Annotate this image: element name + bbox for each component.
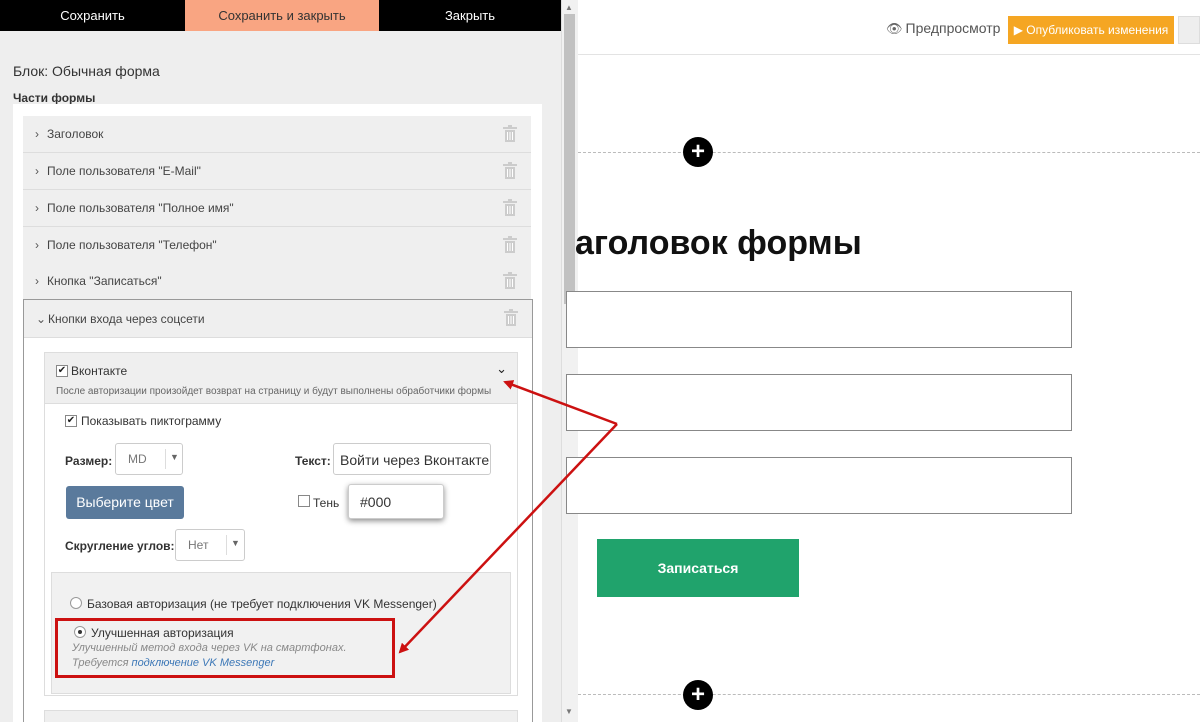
form-part-label: Поле пользователя "E-Mail" xyxy=(47,164,201,178)
form-title: аголовок формы xyxy=(575,224,862,262)
auth-advanced-description: Улучшенный метод входа через VK на смарт… xyxy=(72,642,347,654)
preview-topbar: 👁 Предпросмотр ▶ Опубликовать изменения xyxy=(578,0,1200,55)
social-login-label: Кнопки входа через соцсети xyxy=(48,311,205,326)
form-part-label: Поле пользователя "Телефон" xyxy=(47,238,217,252)
panel-scrollbar[interactable]: ▲ ▼ xyxy=(561,0,578,722)
chevron-right-icon: › xyxy=(35,274,39,288)
rounding-select[interactable]: Нет ▼ xyxy=(175,529,245,561)
section-divider xyxy=(578,694,1200,695)
form-part-email[interactable]: › Поле пользователя "E-Mail" xyxy=(23,153,531,190)
trash-icon[interactable] xyxy=(504,309,518,326)
form-part-heading[interactable]: › Заголовок xyxy=(23,116,531,153)
rounding-label: Скругление углов: xyxy=(65,539,175,553)
chevron-right-icon: › xyxy=(35,127,39,141)
auth-method-box: Базовая авторизация (не требует подключе… xyxy=(51,572,511,694)
save-button[interactable]: Сохранить xyxy=(0,0,185,31)
add-block-icon[interactable]: + xyxy=(683,137,713,167)
shadow-label: Тень xyxy=(313,496,340,510)
vk-messenger-link[interactable]: подключение VK Messenger xyxy=(132,657,275,669)
close-button[interactable]: Закрыть xyxy=(379,0,561,31)
form-parts-heading: Части формы xyxy=(13,91,96,105)
vk-card-header[interactable]: ✔ Вконтакте ⌄ После авторизации произойд… xyxy=(45,353,517,404)
next-social-card[interactable] xyxy=(44,710,518,722)
form-part-label: Кнопка "Записаться" xyxy=(47,274,162,288)
trash-icon[interactable] xyxy=(503,236,517,253)
shadow-checkbox[interactable] xyxy=(298,495,310,507)
publish-button[interactable]: ▶ Опубликовать изменения xyxy=(1008,16,1174,44)
auth-advanced-requirement: Требуется подключение VK Messenger xyxy=(72,657,275,669)
auth-basic-label: Базовая авторизация (не требует подключе… xyxy=(87,597,437,611)
trash-icon[interactable] xyxy=(503,162,517,179)
signup-submit-button[interactable]: Записаться xyxy=(597,539,799,597)
form-part-phone[interactable]: › Поле пользователя "Телефон" xyxy=(23,227,531,264)
auth-advanced-label: Улучшенная авторизация xyxy=(91,626,234,640)
trash-icon[interactable] xyxy=(503,125,517,142)
scrollbar-thumb[interactable] xyxy=(564,14,575,304)
size-value: MD xyxy=(128,452,147,466)
editor-panel: Сохранить Сохранить и закрыть Закрыть Бл… xyxy=(0,0,561,722)
caret-down-icon: ▼ xyxy=(231,538,240,548)
shadow-color-input[interactable]: #000 xyxy=(348,484,444,519)
text-label: Текст: xyxy=(295,454,331,468)
social-login-header[interactable]: ⌄ Кнопки входа через соцсети xyxy=(24,300,532,338)
chevron-down-icon: ⌄ xyxy=(36,311,47,326)
form-input-field[interactable] xyxy=(566,291,1072,348)
form-input-field[interactable] xyxy=(566,374,1072,431)
show-icon-checkbox[interactable]: ✔ xyxy=(65,415,77,427)
form-part-signup-button[interactable]: › Кнопка "Записаться" xyxy=(23,263,531,300)
social-login-section: ⌄ Кнопки входа через соцсети ✔ Вконтакте… xyxy=(23,299,533,722)
trash-icon[interactable] xyxy=(503,272,517,289)
size-label: Размер: xyxy=(65,454,113,468)
scroll-down-arrow-icon[interactable]: ▼ xyxy=(565,707,573,716)
editor-toolbar: Сохранить Сохранить и закрыть Закрыть xyxy=(0,0,561,31)
form-part-label: Заголовок xyxy=(47,127,104,141)
scroll-up-arrow-icon[interactable]: ▲ xyxy=(565,3,573,12)
form-input-field[interactable] xyxy=(566,457,1072,514)
select-divider xyxy=(165,449,166,469)
eye-icon: 👁 xyxy=(886,21,903,36)
preview-link[interactable]: 👁 Предпросмотр xyxy=(886,20,1000,37)
show-icon-label: Показывать пиктограмму xyxy=(81,414,222,428)
trash-icon[interactable] xyxy=(503,199,517,216)
add-block-icon[interactable]: + xyxy=(683,680,713,710)
rounding-value: Нет xyxy=(188,538,209,552)
form-part-full-name[interactable]: › Поле пользователя "Полное имя" xyxy=(23,190,531,227)
caret-down-icon: ▼ xyxy=(170,452,179,462)
form-part-label: Поле пользователя "Полное имя" xyxy=(47,201,234,215)
button-text-input[interactable]: Войти через Вконтакте xyxy=(333,443,491,475)
vk-enable-checkbox[interactable]: ✔ xyxy=(56,365,68,377)
annotation-highlight-box: Улучшенная авторизация Улучшенный метод … xyxy=(55,618,395,678)
section-divider xyxy=(578,152,1200,153)
chevron-right-icon: › xyxy=(35,164,39,178)
vk-note: После авторизации произойдет возврат на … xyxy=(56,386,492,397)
save-and-close-button[interactable]: Сохранить и закрыть xyxy=(185,0,379,31)
topbar-extra-button[interactable] xyxy=(1178,16,1200,44)
chevron-right-icon: › xyxy=(35,238,39,252)
select-divider xyxy=(226,535,227,555)
choose-color-button[interactable]: Выберите цвет xyxy=(66,486,184,519)
vk-settings-card: ✔ Вконтакте ⌄ После авторизации произойд… xyxy=(44,352,518,696)
size-select[interactable]: MD ▼ xyxy=(115,443,183,475)
chevron-down-icon[interactable]: ⌄ xyxy=(496,361,507,377)
chevron-right-icon: › xyxy=(35,201,39,215)
block-title: Блок: Обычная форма xyxy=(13,63,160,79)
auth-basic-radio[interactable] xyxy=(70,597,82,609)
auth-advanced-radio[interactable] xyxy=(74,626,86,638)
vk-label: Вконтакте xyxy=(71,364,128,378)
form-parts-list: › Заголовок › Поле пользователя "E-Mail"… xyxy=(13,104,542,722)
